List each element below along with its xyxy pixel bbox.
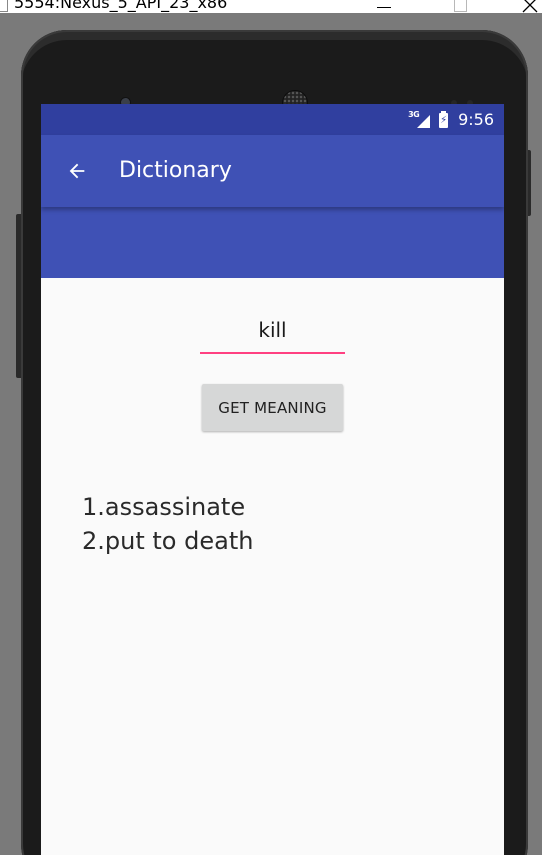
meaning-item: 1.assassinate <box>82 493 246 521</box>
close-glyph <box>522 0 538 12</box>
phone-screen: 3G ⚡ 9:56 Dictionary GET MEANING <box>41 104 504 855</box>
window-title-bar: 5554:Nexus_5_API_23_x86 <box>0 0 542 13</box>
status-bar: 3G ⚡ 9:56 <box>41 104 504 135</box>
maximize-icon[interactable] <box>445 0 475 13</box>
app-bar-extension <box>41 207 504 278</box>
window-app-icon <box>0 0 8 12</box>
battery-charging-icon: ⚡ <box>439 110 449 128</box>
meaning-item: 2.put to death <box>82 527 254 555</box>
content-area: GET MEANING 1.assassinate 2.put to death <box>41 278 504 855</box>
signal-strength-triangle <box>417 115 431 128</box>
arrow-back-icon[interactable] <box>59 153 95 189</box>
signal-icon: 3G <box>408 110 431 128</box>
window-title: 5554:Nexus_5_API_23_x86 <box>14 0 228 12</box>
get-meaning-button[interactable]: GET MEANING <box>202 384 343 431</box>
app-bar: Dictionary <box>41 135 504 207</box>
arrow-back-glyph <box>69 163 85 179</box>
status-icons: 3G ⚡ 9:56 <box>408 110 494 129</box>
app-title: Dictionary <box>119 158 232 183</box>
page: 5554:Nexus_5_API_23_x86 3G ⚡ 9:56 Dictio… <box>0 0 542 855</box>
minimize-icon[interactable] <box>369 0 399 13</box>
charging-bolt: ⚡ <box>440 114 448 126</box>
close-icon[interactable] <box>515 0 542 13</box>
word-input[interactable] <box>200 308 345 354</box>
meanings-list: 1.assassinate 2.put to death <box>82 490 253 558</box>
status-time: 9:56 <box>458 110 494 129</box>
